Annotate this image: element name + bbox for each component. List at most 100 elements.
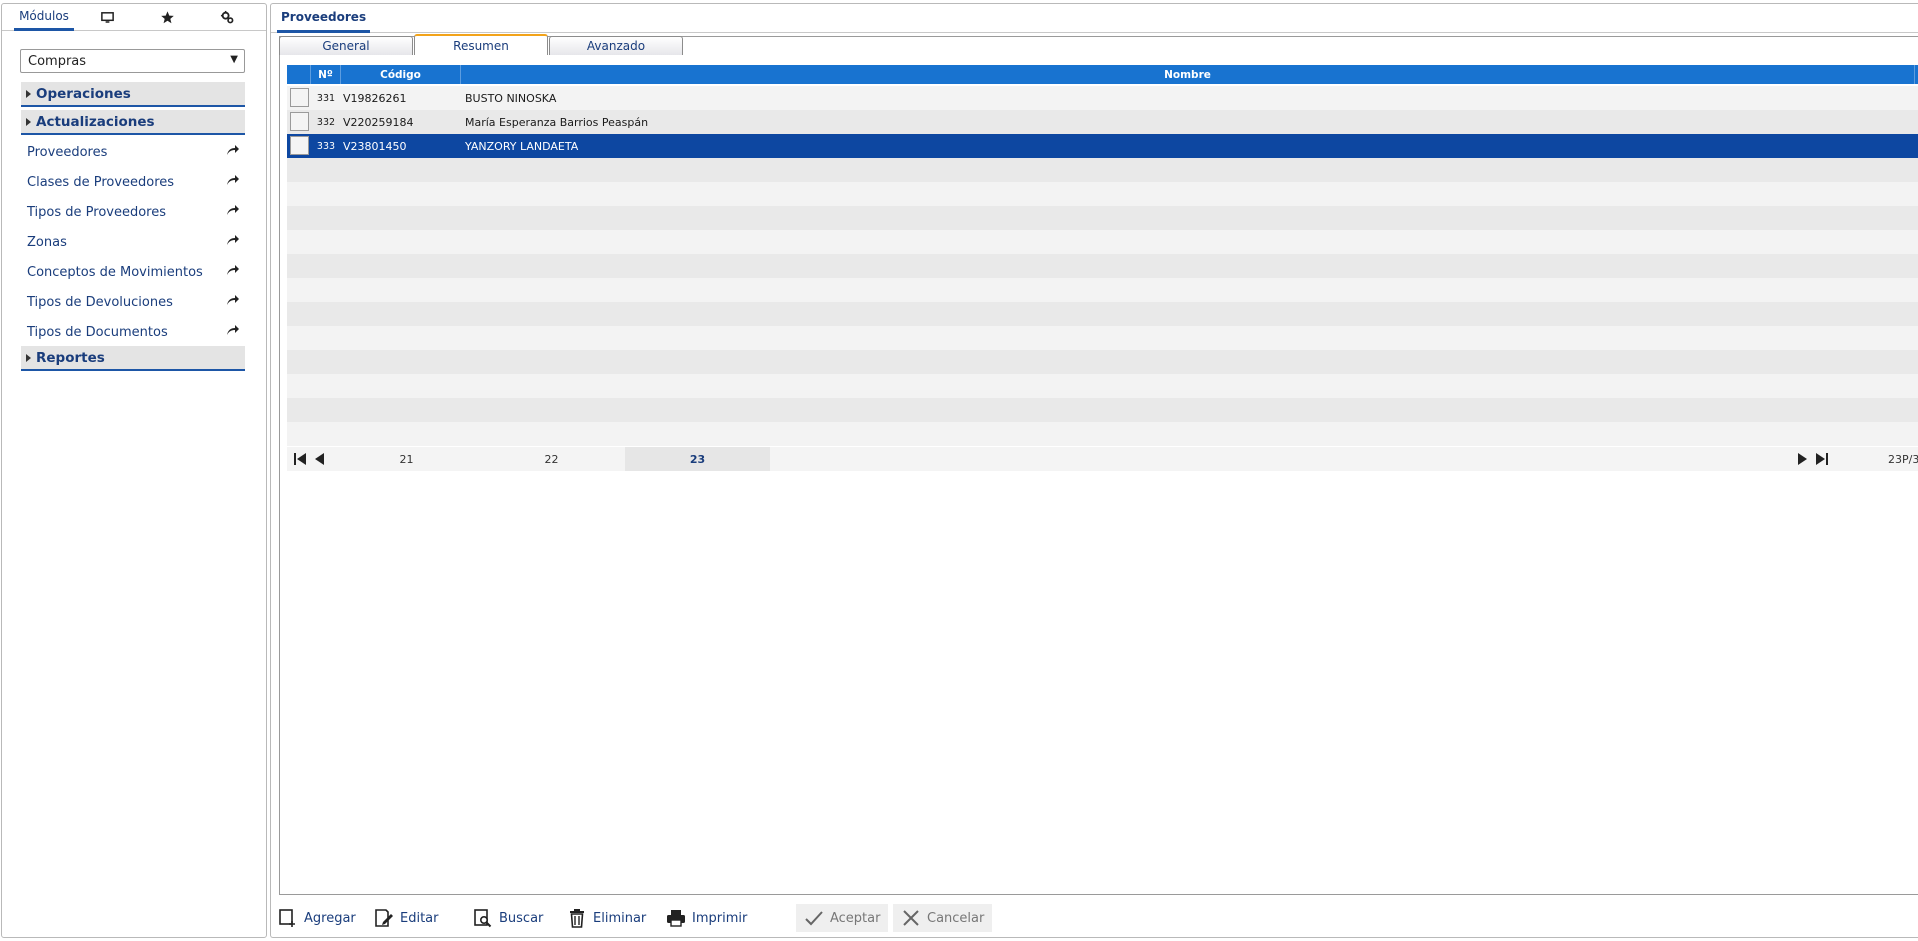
- accept-button[interactable]: Aceptar: [796, 904, 889, 932]
- cell-nombre: María Esperanza Barrios Peaspán: [465, 115, 649, 129]
- monitor-icon: [100, 12, 114, 23]
- caret-right-icon: [26, 118, 31, 126]
- cell-num: 331: [316, 92, 336, 104]
- sidebar-item-label: Tipos de Documentos: [27, 324, 168, 340]
- search-document-icon: [474, 909, 492, 928]
- share-arrow-icon: [227, 235, 239, 245]
- row-checkbox[interactable]: [290, 136, 309, 155]
- cell-nombre: BUSTO NINOSKA: [465, 91, 557, 105]
- delete-label: Eliminar: [593, 910, 647, 926]
- sidebar-item-documentos[interactable]: Tipos de Documentos: [27, 321, 245, 343]
- sidebar-item-conceptos[interactable]: Conceptos de Movimientos: [27, 261, 245, 283]
- gears-icon: [220, 10, 233, 24]
- sidebar-item-devoluciones[interactable]: Tipos de Devoluciones: [27, 291, 245, 313]
- cell-num: 332: [316, 116, 336, 128]
- next-page-icon[interactable]: [1794, 451, 1810, 467]
- caret-right-icon: [26, 354, 31, 362]
- tab-general[interactable]: General: [279, 36, 413, 55]
- page-22[interactable]: 22: [479, 447, 624, 471]
- section-operaciones[interactable]: Operaciones: [21, 82, 245, 107]
- search-button[interactable]: Buscar: [473, 904, 543, 932]
- section-label: Operaciones: [36, 85, 131, 102]
- share-arrow-icon: [227, 145, 239, 155]
- share-arrow-icon: [227, 265, 239, 275]
- sidebar: Módulos Compras ▼ Operaciones Actualizac…: [1, 3, 267, 938]
- section-reportes[interactable]: Reportes: [21, 346, 245, 371]
- add-label: Agregar: [304, 910, 356, 926]
- tab-settings[interactable]: [212, 4, 242, 31]
- sidebar-item-proveedores[interactable]: Proveedores: [27, 141, 245, 163]
- sidebar-item-label: Zonas: [27, 234, 67, 250]
- empty-row: [287, 326, 1918, 350]
- grid-header: Nº Código Nombre E: [287, 65, 1918, 84]
- table-row[interactable]: 332 V220259184 María Esperanza Barrios Pea…: [287, 110, 1918, 134]
- sidebar-tabs: Módulos: [2, 4, 266, 31]
- delete-button[interactable]: Eliminar: [567, 904, 646, 932]
- cell-num: 333: [316, 140, 336, 152]
- section-label: Reportes: [36, 349, 105, 366]
- print-button[interactable]: Imprimir: [666, 904, 747, 932]
- printer-icon: [667, 910, 685, 927]
- section-actualizaciones[interactable]: Actualizaciones: [21, 110, 245, 135]
- tab-resumen[interactable]: Resumen: [414, 34, 548, 55]
- header-select-all[interactable]: [287, 65, 311, 84]
- page-23[interactable]: 23: [625, 447, 770, 471]
- chevron-down-icon: ▼: [230, 54, 238, 65]
- empty-row: [287, 278, 1918, 302]
- pager-info: 23P/333R: [1888, 452, 1918, 466]
- caret-right-icon: [26, 90, 31, 98]
- empty-row: [287, 254, 1918, 278]
- trash-icon: [570, 909, 584, 928]
- sidebar-item-label: Tipos de Devoluciones: [27, 294, 173, 310]
- sidebar-item-clases[interactable]: Clases de Proveedores: [27, 171, 245, 193]
- empty-row: [287, 374, 1918, 398]
- first-page-icon[interactable]: [292, 451, 308, 467]
- table-row[interactable]: 331V19826261BUSTO NINOSKAA: [287, 86, 1918, 110]
- edit-button[interactable]: Editar: [374, 904, 439, 932]
- action-toolbar: Agregar Editar Buscar Eliminar Imprimir …: [278, 904, 1918, 932]
- empty-row: [287, 398, 1918, 422]
- cell-codigo: V23801450: [343, 139, 407, 153]
- row-checkbox[interactable]: [290, 112, 309, 131]
- tab-monitor[interactable]: [92, 4, 122, 31]
- last-page-icon[interactable]: [1814, 451, 1830, 467]
- share-arrow-icon: [227, 325, 239, 335]
- header-num[interactable]: Nº: [311, 65, 341, 84]
- pager: 21 22 23 23P/333R: [287, 447, 1918, 471]
- module-select[interactable]: Compras ▼: [20, 49, 245, 73]
- tab-favorites[interactable]: [152, 4, 182, 31]
- share-arrow-icon: [227, 205, 239, 215]
- add-button[interactable]: Agregar: [278, 904, 356, 932]
- check-icon: [805, 911, 823, 926]
- page-title[interactable]: Proveedores: [277, 4, 371, 33]
- cancel-button[interactable]: Cancelar: [893, 904, 993, 932]
- edit-document-icon: [375, 909, 393, 927]
- sidebar-item-tipos-proveedores[interactable]: Tipos de Proveedores: [27, 201, 245, 223]
- close-icon: [903, 910, 919, 926]
- empty-row: [287, 422, 1918, 446]
- search-label: Buscar: [499, 910, 544, 926]
- row-checkbox[interactable]: [290, 88, 309, 107]
- empty-row: [287, 206, 1918, 230]
- prev-page-icon[interactable]: [312, 451, 328, 467]
- cancel-label: Cancelar: [927, 910, 985, 926]
- table-row[interactable]: 333V23801450YANZORY LANDAETAA: [287, 134, 1918, 158]
- header-codigo[interactable]: Código: [341, 65, 461, 84]
- accept-label: Aceptar: [830, 910, 881, 926]
- sidebar-item-zonas[interactable]: Zonas: [27, 231, 245, 253]
- header-nombre[interactable]: Nombre: [461, 65, 1915, 84]
- tab-modulos[interactable]: Módulos: [14, 4, 74, 31]
- share-arrow-icon: [227, 175, 239, 185]
- page-21[interactable]: 21: [334, 447, 479, 471]
- empty-row: [287, 182, 1918, 206]
- star-icon: [160, 11, 174, 24]
- empty-row: [287, 350, 1918, 374]
- add-document-icon: [279, 909, 295, 927]
- share-arrow-icon: [227, 295, 239, 305]
- cell-codigo: V19826261: [343, 91, 407, 105]
- main-header: Proveedores: [271, 4, 1918, 33]
- section-label: Actualizaciones: [36, 113, 155, 130]
- tab-avanzado[interactable]: Avanzado: [549, 36, 683, 55]
- empty-row: [287, 230, 1918, 254]
- sidebar-item-label: Tipos de Proveedores: [27, 204, 166, 220]
